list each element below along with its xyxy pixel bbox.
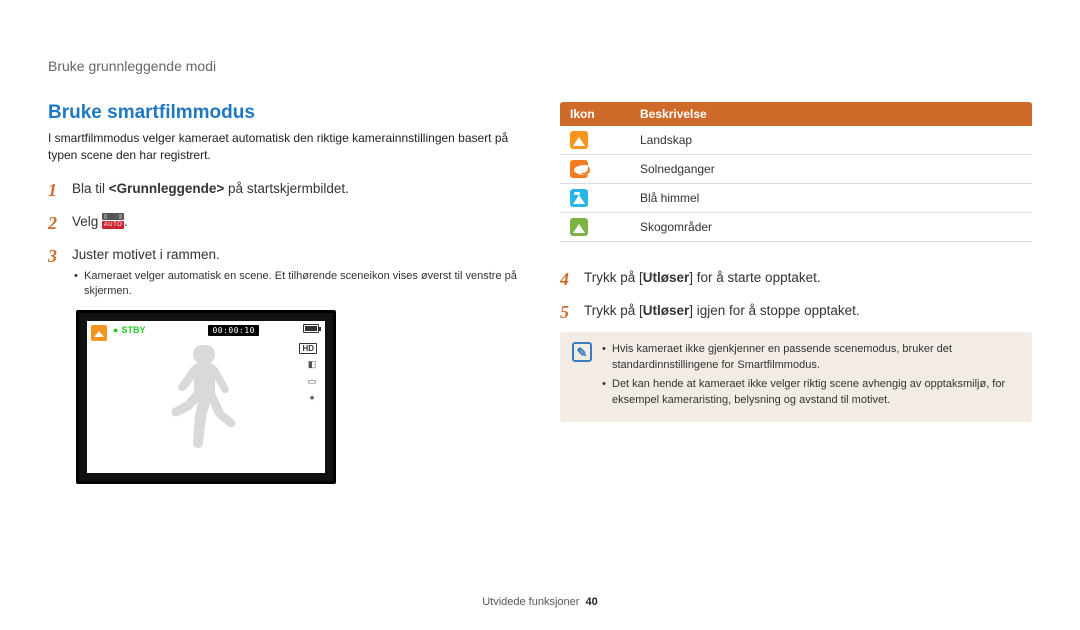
scene-table: Ikon Beskrivelse LandskapSolnedgangerBlå… xyxy=(560,102,1032,242)
scene-label: Skogområder xyxy=(630,213,1032,242)
hd-badge: HD xyxy=(299,343,317,354)
intro-text: I smartfilmmodus velger kameraet automat… xyxy=(48,130,520,165)
smart-movie-mode-icon: AUTO xyxy=(102,213,124,229)
scene-label: Solnedganger xyxy=(630,155,1032,184)
step-4: Trykk på [Utløser] for å starte opptaket… xyxy=(584,266,1032,293)
note-item: Det kan hende at kameraet ikke velger ri… xyxy=(602,377,1020,409)
table-row: Solnedganger xyxy=(560,155,1032,184)
metering-icon: ◧ xyxy=(305,359,319,371)
note-icon: ✎ xyxy=(572,342,592,362)
step-number: 5 xyxy=(560,299,574,326)
th-icon: Ikon xyxy=(560,102,630,126)
silhouette-illustration xyxy=(161,339,251,469)
rec-indicator: STBY xyxy=(113,325,145,335)
blue-sky-icon xyxy=(570,189,588,207)
stabilizer-icon: ✦ xyxy=(305,393,319,405)
table-row: Skogområder xyxy=(560,213,1032,242)
note-box: ✎ Hvis kameraet ikke gjenkjenner en pass… xyxy=(560,332,1032,422)
step-5: Trykk på [Utløser] igjen for å stoppe op… xyxy=(584,299,1032,326)
table-row: Blå himmel xyxy=(560,184,1032,213)
step-number: 3 xyxy=(48,243,62,300)
page-footer: Utvidede funksjoner 40 xyxy=(0,596,1080,608)
forest-icon xyxy=(570,218,588,236)
step-number: 1 xyxy=(48,177,62,204)
battery-icon xyxy=(303,324,319,333)
landscape-icon xyxy=(570,131,588,149)
note-item: Hvis kameraet ikke gjenkjenner en passen… xyxy=(602,342,1020,374)
step-2: Velg AUTO. xyxy=(72,210,520,237)
scene-label: Blå himmel xyxy=(630,184,1032,213)
step-3: Juster motivet i rammen. Kameraet velger… xyxy=(72,243,520,300)
camera-preview: STBY 00:00:10 HD ◧ ▭ ✦ xyxy=(76,310,336,484)
section-heading: Bruke smartfilmmodus xyxy=(48,102,520,124)
table-row: Landskap xyxy=(560,126,1032,155)
chapter-title: Bruke grunnleggende modi xyxy=(48,58,1032,74)
focus-icon: ▭ xyxy=(305,376,319,388)
th-desc: Beskrivelse xyxy=(630,102,1032,126)
preview-side-icons: ◧ ▭ ✦ xyxy=(305,359,319,405)
step-number: 4 xyxy=(560,266,574,293)
timer-readout: 00:00:10 xyxy=(208,325,259,336)
scene-badge-icon xyxy=(91,325,107,341)
scene-label: Landskap xyxy=(630,126,1032,155)
step-3-sub: Kameraet velger automatisk en scene. Et … xyxy=(72,269,520,300)
step-number: 2 xyxy=(48,210,62,237)
right-column: Ikon Beskrivelse LandskapSolnedgangerBlå… xyxy=(560,102,1032,484)
step-1: Bla til <Grunnleggende> på startskjermbi… xyxy=(72,177,520,204)
left-column: Bruke smartfilmmodus I smartfilmmodus ve… xyxy=(48,102,520,484)
sunset-icon xyxy=(570,160,588,178)
